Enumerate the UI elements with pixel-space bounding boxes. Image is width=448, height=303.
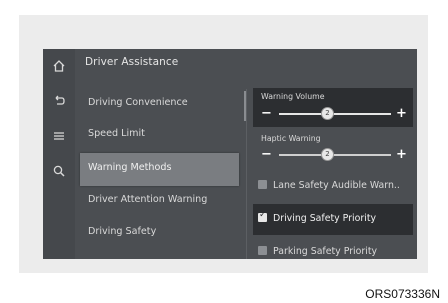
lane-safety-checkbox[interactable] — [258, 180, 267, 189]
warning-volume-slider-track[interactable] — [279, 113, 391, 115]
menu-item-driving-convenience[interactable]: Driving Convenience — [88, 97, 188, 108]
home-icon[interactable] — [43, 54, 75, 78]
parking-safety-priority-row[interactable]: Parking Safety Priority — [258, 246, 377, 257]
warning-volume-minus-button[interactable]: − — [261, 107, 272, 120]
display-screen: Driver Assistance Driving Convenience Sp… — [43, 49, 417, 259]
parking-safety-priority-checkbox[interactable] — [258, 246, 267, 255]
lane-safety-audible-warning-row[interactable]: Lane Safety Audible Warn.. — [258, 180, 400, 191]
driving-safety-priority-row[interactable]: Driving Safety Priority — [258, 210, 377, 224]
parking-safety-priority-label: Parking Safety Priority — [273, 246, 378, 257]
left-icon-bar — [43, 49, 75, 259]
menu-item-driving-safety[interactable]: Driving Safety — [88, 226, 156, 237]
driving-safety-priority-label: Driving Safety Priority — [273, 213, 377, 224]
warning-volume-plus-button[interactable]: + — [396, 107, 407, 120]
driving-safety-priority-checkbox[interactable] — [258, 210, 267, 222]
warning-volume-slider-knob[interactable]: 2 — [321, 107, 334, 120]
figure-code-caption: ORS073336N — [365, 287, 440, 301]
back-icon[interactable] — [43, 89, 75, 113]
haptic-warning-panel: Haptic Warning − 2 + — [253, 132, 413, 166]
haptic-warning-minus-button[interactable]: − — [261, 148, 272, 161]
warning-volume-label: Warning Volume — [261, 92, 325, 101]
haptic-warning-label: Haptic Warning — [261, 134, 321, 143]
page-title: Driver Assistance — [85, 56, 179, 68]
lane-safety-label: Lane Safety Audible Warn.. — [273, 180, 400, 191]
haptic-warning-slider-knob[interactable]: 2 — [321, 148, 334, 161]
menu-item-speed-limit[interactable]: Speed Limit — [88, 128, 145, 139]
warning-volume-panel: Warning Volume − 2 + — [253, 88, 413, 127]
menu-icon[interactable] — [43, 124, 75, 148]
menu-item-warning-methods[interactable]: Warning Methods — [88, 162, 171, 173]
scrollbar[interactable] — [244, 91, 246, 121]
panel-divider — [246, 89, 247, 259]
haptic-warning-slider-track[interactable] — [279, 154, 391, 156]
search-icon[interactable] — [43, 159, 75, 183]
haptic-warning-plus-button[interactable]: + — [396, 148, 407, 161]
menu-item-driver-attention-warning[interactable]: Driver Attention Warning — [88, 194, 207, 205]
